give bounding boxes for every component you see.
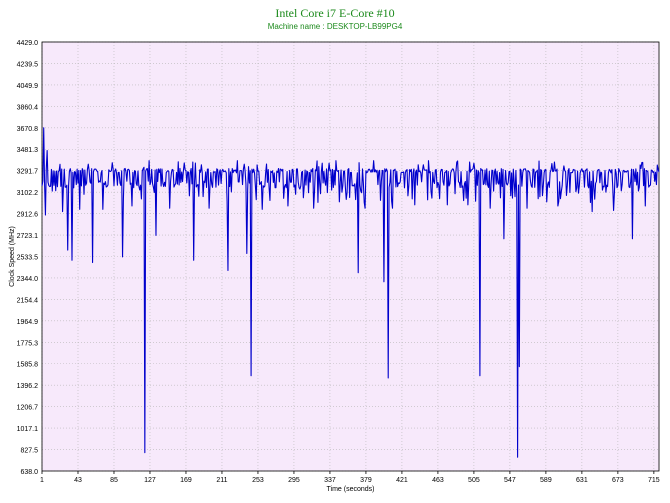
plot-area <box>42 42 659 471</box>
x-tick-label: 505 <box>468 477 480 484</box>
x-tick-label: 463 <box>432 477 444 484</box>
x-tick-label: 421 <box>396 477 408 484</box>
y-tick-label: 4429.0 <box>17 40 39 47</box>
y-tick-label: 1775.3 <box>17 340 39 347</box>
y-tick-label: 1017.1 <box>17 426 39 433</box>
x-tick-label: 295 <box>288 477 300 484</box>
y-tick-label: 2344.0 <box>17 276 39 283</box>
y-tick-label: 1585.8 <box>17 362 39 369</box>
x-tick-label: 43 <box>74 477 82 484</box>
x-tick-label: 547 <box>504 477 516 484</box>
y-tick-label: 4239.5 <box>17 61 39 68</box>
x-tick-label: 85 <box>110 477 118 484</box>
y-tick-label: 2912.6 <box>17 212 39 219</box>
x-tick-label: 379 <box>360 477 372 484</box>
chart-svg: 4429.0 4239.5 4049.9 3860.4 3670.8 3481.3 3291… <box>9 40 660 493</box>
y-tick-label: 1396.2 <box>17 383 39 390</box>
y-tick-label: 3102.2 <box>17 190 39 197</box>
x-tick-label: 337 <box>324 477 336 484</box>
x-tick-label: 673 <box>612 477 624 484</box>
x-tick-label: 169 <box>180 477 192 484</box>
x-tick-label: 127 <box>144 477 156 484</box>
y-tick-label: 2154.4 <box>17 297 39 304</box>
x-tick-label: 1 <box>40 477 44 484</box>
y-tick-label: 1206.7 <box>17 405 39 412</box>
y-tick-label: 1964.9 <box>17 319 39 326</box>
y-tick-label: 2533.5 <box>17 255 39 262</box>
x-tick-label: 631 <box>576 477 588 484</box>
y-tick-label: 827.5 <box>20 448 38 455</box>
y-tick-label: 2723.1 <box>17 233 39 240</box>
y-tick-label: 3291.7 <box>17 169 39 176</box>
y-tick-label: 3670.8 <box>17 126 39 133</box>
y-tick-label: 3481.3 <box>17 147 39 154</box>
chart-root: Intel Core i7 E-Core #10 Machine name : … <box>0 0 670 503</box>
y-axis-label: Clock Speed (MHz) <box>9 226 16 287</box>
y-tick-label: 4049.9 <box>17 83 39 90</box>
x-tick-label: 211 <box>216 477 227 484</box>
y-tick-label: 638.0 <box>20 469 38 476</box>
y-tick-label: 3860.4 <box>17 104 39 111</box>
x-tick-label: 589 <box>540 477 552 484</box>
x-tick-label: 715 <box>648 477 660 484</box>
x-axis-label: Time (seconds) <box>327 486 375 493</box>
x-tick-label: 253 <box>252 477 264 484</box>
